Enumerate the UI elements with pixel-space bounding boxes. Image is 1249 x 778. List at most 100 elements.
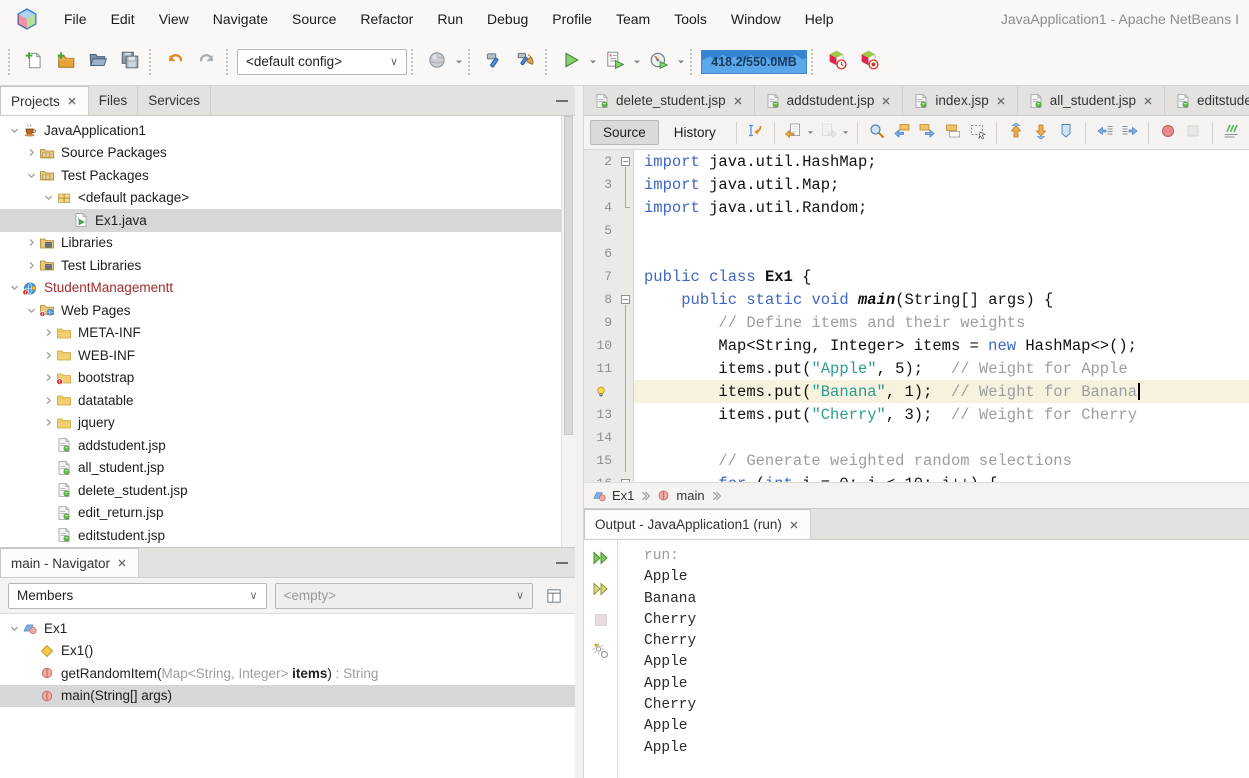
nav-forward-dropdown[interactable] <box>842 129 850 136</box>
chevron-right-icon[interactable] <box>40 392 56 408</box>
config-select[interactable]: <default config>∨ <box>237 49 407 75</box>
breadcrumb-ex1[interactable]: Ex1 <box>592 488 634 503</box>
projects-item-meta-inf[interactable]: META-INF <box>0 322 561 345</box>
chevron-down-icon[interactable] <box>40 190 56 206</box>
toolbar-group-handle[interactable] <box>545 49 552 75</box>
close-icon[interactable] <box>732 95 744 107</box>
projects-item-libraries[interactable]: Libraries <box>0 232 561 255</box>
members-filter-select[interactable]: Members ∨ <box>8 583 267 609</box>
menu-profile[interactable]: Profile <box>540 6 604 32</box>
last-edit-button[interactable] <box>744 120 767 146</box>
comment-lines-button[interactable] <box>1220 120 1243 146</box>
projects-item-jquery[interactable]: jquery <box>0 412 561 435</box>
nav-back-dropdown[interactable] <box>807 129 815 136</box>
chevron-right-icon[interactable] <box>23 235 39 251</box>
menu-debug[interactable]: Debug <box>475 6 540 32</box>
menu-view[interactable]: View <box>147 6 201 32</box>
view-toggle-history[interactable]: History <box>661 120 729 145</box>
projects-item-javaapplication1[interactable]: JavaApplication1 <box>0 119 561 142</box>
output-console[interactable]: run:AppleBananaCherryCherryAppleAppleChe… <box>618 540 1249 778</box>
chevron-down-icon[interactable] <box>23 167 39 183</box>
find-prev-button[interactable] <box>891 120 914 146</box>
nb-profile-record-button[interactable] <box>854 47 884 77</box>
menu-help[interactable]: Help <box>793 6 846 32</box>
chevron-down-icon[interactable] <box>23 302 39 318</box>
editor-tab-addstudent-jsp[interactable]: addstudent.jsp <box>755 86 904 115</box>
navigator-item-ex1[interactable]: Ex1() <box>0 640 575 663</box>
shift-left-button[interactable] <box>1093 120 1116 146</box>
next-occurrence-button[interactable] <box>1030 120 1053 146</box>
memory-usage-button[interactable]: 418.2/550.0MB <box>701 50 807 74</box>
panel-splitter[interactable] <box>575 86 583 778</box>
highlight-search-button[interactable] <box>941 120 964 146</box>
projects-item-source-packages[interactable]: Source Packages <box>0 142 561 165</box>
tab-files[interactable]: Files <box>89 86 139 115</box>
undo-button[interactable] <box>160 47 190 77</box>
profile-project-button[interactable] <box>644 47 674 77</box>
fold-margin[interactable] <box>618 472 634 482</box>
chevron-right-icon[interactable] <box>23 145 39 161</box>
editor-tab-editstudent-jsp[interactable]: editstudent.jsp <box>1165 86 1249 115</box>
editor-tab-index-jsp[interactable]: index.jsp <box>903 86 1017 115</box>
save-all-button[interactable] <box>115 47 145 77</box>
stop-run-button[interactable] <box>590 610 612 632</box>
debug-project-dropdown[interactable] <box>632 47 642 77</box>
fold-margin[interactable] <box>618 150 634 173</box>
navigator-item-main-string-args[interactable]: main(String[] args) <box>0 685 575 708</box>
find-button[interactable] <box>865 120 888 146</box>
projects-item-delete-student-jsp[interactable]: delete_student.jsp <box>0 479 561 502</box>
toolbar-group-handle[interactable] <box>226 49 233 75</box>
chevron-right-icon[interactable] <box>40 370 56 386</box>
new-file-button[interactable] <box>19 47 49 77</box>
rerun-alt-button[interactable] <box>590 579 612 601</box>
menu-tools[interactable]: Tools <box>662 6 719 32</box>
deploy-globe-dropdown[interactable] <box>454 47 464 77</box>
close-icon[interactable] <box>995 95 1007 107</box>
build-project-button[interactable] <box>479 47 509 77</box>
minimize-icon[interactable] <box>549 86 575 115</box>
find-next-button[interactable] <box>916 120 939 146</box>
editor-tab-all-student-jsp[interactable]: all_student.jsp <box>1018 86 1165 115</box>
toolbar-group-handle[interactable] <box>690 49 697 75</box>
chevron-right-icon[interactable] <box>40 325 56 341</box>
menu-window[interactable]: Window <box>719 6 793 32</box>
toolbar-group-handle[interactable] <box>811 49 818 75</box>
code-editor[interactable]: 2import java.util.HashMap;3import java.u… <box>584 150 1249 482</box>
projects-scrollbar-thumb[interactable] <box>564 116 573 435</box>
tab-services[interactable]: Services <box>138 86 211 115</box>
deploy-globe-button[interactable] <box>422 47 452 77</box>
clean-build-button[interactable] <box>511 47 541 77</box>
prev-occurrence-button[interactable] <box>1004 120 1027 146</box>
projects-item-studentmanagementt[interactable]: StudentManagementt <box>0 277 561 300</box>
projects-item-default-package[interactable]: <default package> <box>0 187 561 210</box>
shift-right-button[interactable] <box>1118 120 1141 146</box>
menu-source[interactable]: Source <box>280 6 348 32</box>
chevron-down-icon[interactable] <box>6 620 22 636</box>
nb-profile-clock-button[interactable] <box>822 47 852 77</box>
tab-navigator[interactable]: main - Navigator <box>0 548 139 577</box>
chevron-down-icon[interactable] <box>6 122 22 138</box>
nav-forward-button[interactable] <box>817 120 840 146</box>
stop-macro-button[interactable] <box>1182 120 1205 146</box>
fold-margin[interactable] <box>618 288 634 311</box>
menu-refactor[interactable]: Refactor <box>348 6 425 32</box>
toolbar-group-handle[interactable] <box>149 49 156 75</box>
close-icon[interactable] <box>788 519 800 531</box>
close-icon[interactable] <box>116 557 128 569</box>
editor-tab-delete-student-jsp[interactable]: delete_student.jsp <box>584 86 755 115</box>
projects-item-all-student-jsp[interactable]: all_student.jsp <box>0 457 561 480</box>
projects-item-test-libraries[interactable]: Test Libraries <box>0 254 561 277</box>
breadcrumb-main[interactable]: main <box>656 488 704 503</box>
toolbar-group-handle[interactable] <box>8 49 15 75</box>
projects-item-datatable[interactable]: datatable <box>0 389 561 412</box>
menu-navigate[interactable]: Navigate <box>201 6 280 32</box>
projects-item-test-packages[interactable]: Test Packages <box>0 164 561 187</box>
tab-projects[interactable]: Projects <box>0 86 89 115</box>
rect-select-button[interactable] <box>966 120 989 146</box>
toggle-bookmark-button[interactable] <box>1055 120 1078 146</box>
navigator-item-getrandomitem[interactable]: getRandomItem(Map<String, Integer> items… <box>0 662 575 685</box>
profile-project-dropdown[interactable] <box>676 47 686 77</box>
toolbar-group-handle[interactable] <box>468 49 475 75</box>
chevron-down-icon[interactable] <box>6 280 22 296</box>
new-project-button[interactable] <box>51 47 81 77</box>
